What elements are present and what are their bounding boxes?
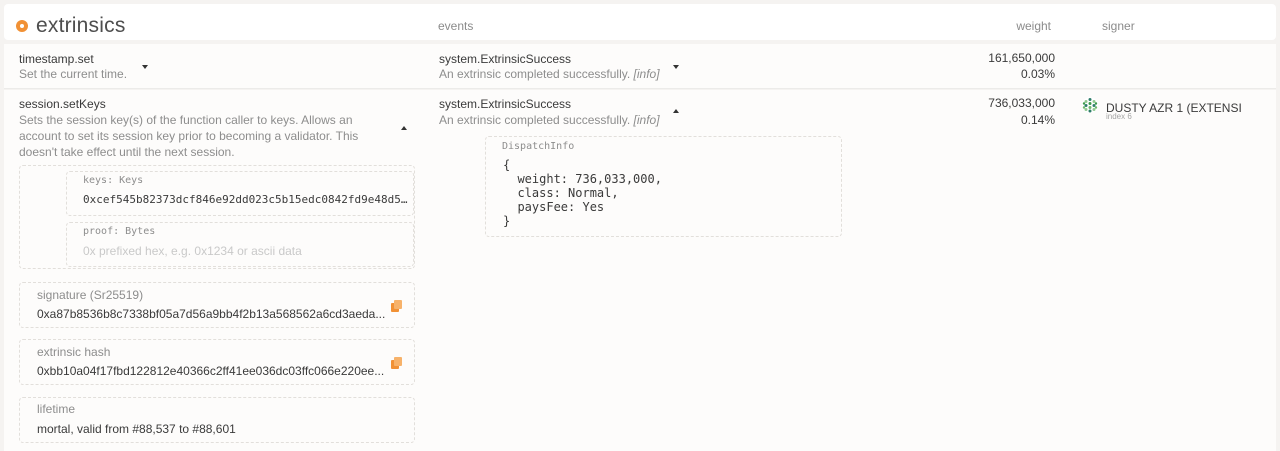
call-name: session.setKeys bbox=[19, 97, 106, 111]
event-info-link[interactable]: [info] bbox=[634, 113, 660, 127]
lifetime-field: lifetime mortal, valid from #88,537 to #… bbox=[19, 397, 415, 443]
signature-field: signature (Sr25519) 0xa87b8536b8c7338bf0… bbox=[19, 282, 415, 328]
dispatch-info-json: { weight: 736,033,000, class: Normal, pa… bbox=[503, 158, 662, 228]
weight-value: 736,033,000 bbox=[988, 96, 1055, 110]
hash-label: extrinsic hash bbox=[37, 345, 111, 359]
caret-up-icon[interactable] bbox=[673, 109, 679, 113]
column-header-weight: weight bbox=[1016, 19, 1051, 33]
event-name: system.ExtrinsicSuccess bbox=[439, 97, 572, 111]
caret-down-icon[interactable] bbox=[142, 65, 148, 69]
call-name: timestamp.set bbox=[19, 52, 94, 66]
hash-value: 0xbb10a04f17fbd122812e40366c2ff41ee036dc… bbox=[37, 364, 385, 378]
weight-percent: 0.14% bbox=[1020, 113, 1055, 127]
caret-up-icon[interactable] bbox=[401, 126, 407, 130]
lifetime-value: mortal, valid from #88,537 to #88,601 bbox=[37, 422, 236, 436]
signature-label: signature (Sr25519) bbox=[37, 288, 144, 302]
call-description-line: doesn't take effect until the next sessi… bbox=[19, 145, 235, 159]
param-value[interactable]: 0xcef545b82373dcf846e92dd023c5b15edc0842… bbox=[83, 193, 409, 207]
param-placeholder[interactable]: 0x prefixed hex, e.g. 0x1234 or ascii da… bbox=[83, 244, 409, 258]
param-keys[interactable]: keys: Keys 0xcef545b82373dcf846e92dd023c… bbox=[66, 171, 414, 216]
param-label: proof: Bytes bbox=[83, 226, 156, 237]
call-description: Set the current time. bbox=[19, 67, 128, 81]
extrinsic-hash-field: extrinsic hash 0xbb10a04f17fbd122812e403… bbox=[19, 339, 415, 385]
caret-down-icon[interactable] bbox=[673, 65, 679, 69]
copy-icon[interactable] bbox=[391, 300, 403, 312]
event-name: system.ExtrinsicSuccess bbox=[439, 52, 572, 66]
event-description: An extrinsic completed successfully. [in… bbox=[439, 113, 660, 127]
column-header-events: events bbox=[438, 19, 474, 33]
event-description: An extrinsic completed successfully. [in… bbox=[439, 67, 660, 81]
lifetime-label: lifetime bbox=[37, 402, 76, 416]
extrinsics-header: extrinsics events weight signer bbox=[4, 4, 1276, 40]
call-description-line: Sets the session key(s) of the function … bbox=[19, 113, 353, 127]
identicon[interactable] bbox=[1082, 97, 1098, 113]
column-header-signer: signer bbox=[1102, 19, 1135, 33]
circle-dot-icon bbox=[16, 20, 28, 32]
event-info-link[interactable]: [info] bbox=[634, 67, 660, 81]
weight-value: 161,650,000 bbox=[988, 51, 1055, 65]
param-proof[interactable]: proof: Bytes 0x prefixed hex, e.g. 0x123… bbox=[66, 222, 414, 267]
call-description-line: account to set its session key prior to … bbox=[19, 129, 359, 143]
dispatch-info-box: DispatchInfo { weight: 736,033,000, clas… bbox=[485, 136, 842, 237]
weight-percent: 0.03% bbox=[1020, 67, 1055, 81]
row-divider bbox=[4, 88, 1276, 89]
signer-index: index 6 bbox=[1106, 112, 1132, 121]
param-label: keys: Keys bbox=[83, 175, 144, 186]
extrinsics-panel: extrinsics events weight signer timestam… bbox=[0, 0, 1280, 451]
section-title: extrinsics bbox=[36, 14, 126, 37]
dispatch-info-label: DispatchInfo bbox=[502, 141, 575, 152]
copy-icon[interactable] bbox=[391, 357, 403, 369]
signature-value: 0xa87b8536b8c7338bf05a7d56a9bb4f2b13a568… bbox=[37, 307, 386, 321]
